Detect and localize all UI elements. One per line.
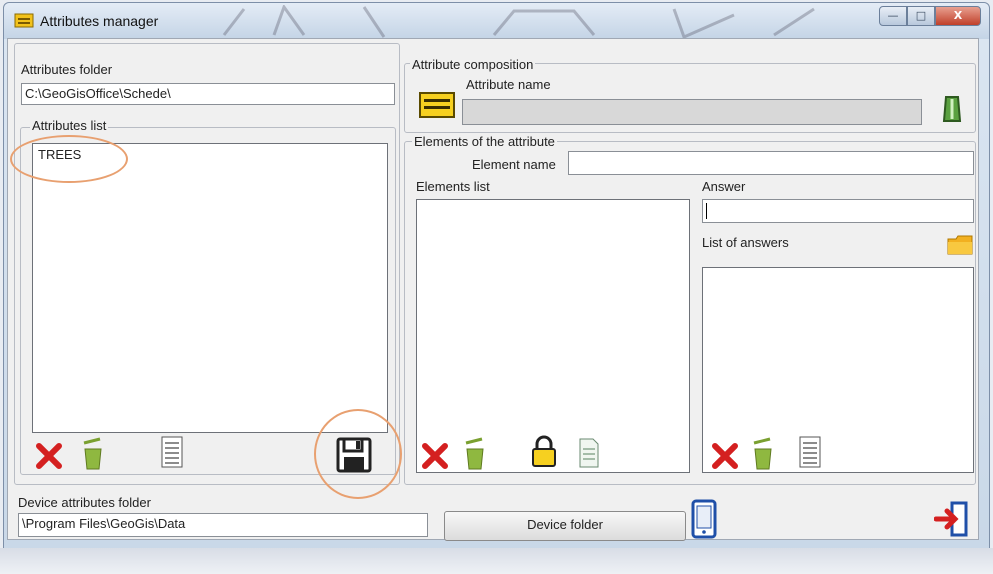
attributes-folder-label: Attributes folder	[21, 62, 113, 77]
elements-list[interactable]	[416, 199, 690, 473]
element-name-label: Element name	[472, 157, 556, 172]
attributes-list[interactable]: TREES	[32, 143, 388, 433]
bin-icon[interactable]	[750, 437, 776, 471]
mobile-device-icon[interactable]	[690, 499, 718, 539]
answer-field[interactable]	[702, 199, 974, 223]
maximize-button[interactable]: □	[907, 6, 935, 26]
folder-icon[interactable]	[946, 233, 974, 257]
title-bar[interactable]: Attributes manager — □ X	[4, 3, 989, 39]
attributes-folder-field[interactable]: C:\GeoGisOffice\Schede\	[21, 83, 395, 105]
bin-icon[interactable]	[80, 437, 106, 471]
elements-list-label: Elements list	[416, 179, 490, 194]
window-title: Attributes manager	[40, 13, 159, 29]
answer-label: Answer	[702, 179, 746, 194]
exit-icon[interactable]	[934, 501, 970, 537]
background-strip	[0, 548, 993, 574]
list-of-answers-label: List of answers	[702, 235, 789, 250]
close-button[interactable]: X	[935, 6, 981, 26]
device-folder-field[interactable]: \Program Files\GeoGis\Data	[18, 513, 428, 537]
background-sketch	[222, 5, 815, 39]
list-of-answers[interactable]	[702, 267, 974, 473]
highlight-circle	[314, 409, 402, 499]
attribute-name-label: Attribute name	[466, 77, 551, 92]
attributes-list-label: Attributes list	[30, 118, 109, 133]
attribute-name-field[interactable]	[462, 99, 922, 125]
window-controls: — □ X	[879, 6, 981, 26]
element-name-field[interactable]	[568, 151, 974, 175]
bin-icon[interactable]	[462, 437, 488, 471]
list-icon[interactable]	[160, 435, 184, 469]
minimize-button[interactable]: —	[879, 6, 907, 26]
highlight-circle	[10, 135, 128, 183]
text-cursor	[706, 202, 707, 219]
yellow-document-icon	[419, 92, 455, 118]
device-folder-label: Device attributes folder	[18, 495, 151, 510]
attribute-composition-label: Attribute composition	[410, 57, 536, 72]
delete-icon[interactable]	[710, 441, 740, 471]
lock-icon[interactable]	[530, 435, 558, 469]
client-area: Attributes folder C:\GeoGisOffice\Schede…	[7, 38, 979, 541]
delete-icon[interactable]	[34, 441, 64, 471]
device-folder-button[interactable]: Device folder	[444, 511, 686, 541]
green-pen-icon[interactable]	[938, 93, 966, 125]
document-icon[interactable]	[578, 437, 600, 469]
elements-group-label: Elements of the attribute	[412, 134, 557, 149]
delete-icon[interactable]	[420, 441, 450, 471]
list-icon[interactable]	[798, 435, 822, 469]
folder-icon	[14, 13, 34, 28]
